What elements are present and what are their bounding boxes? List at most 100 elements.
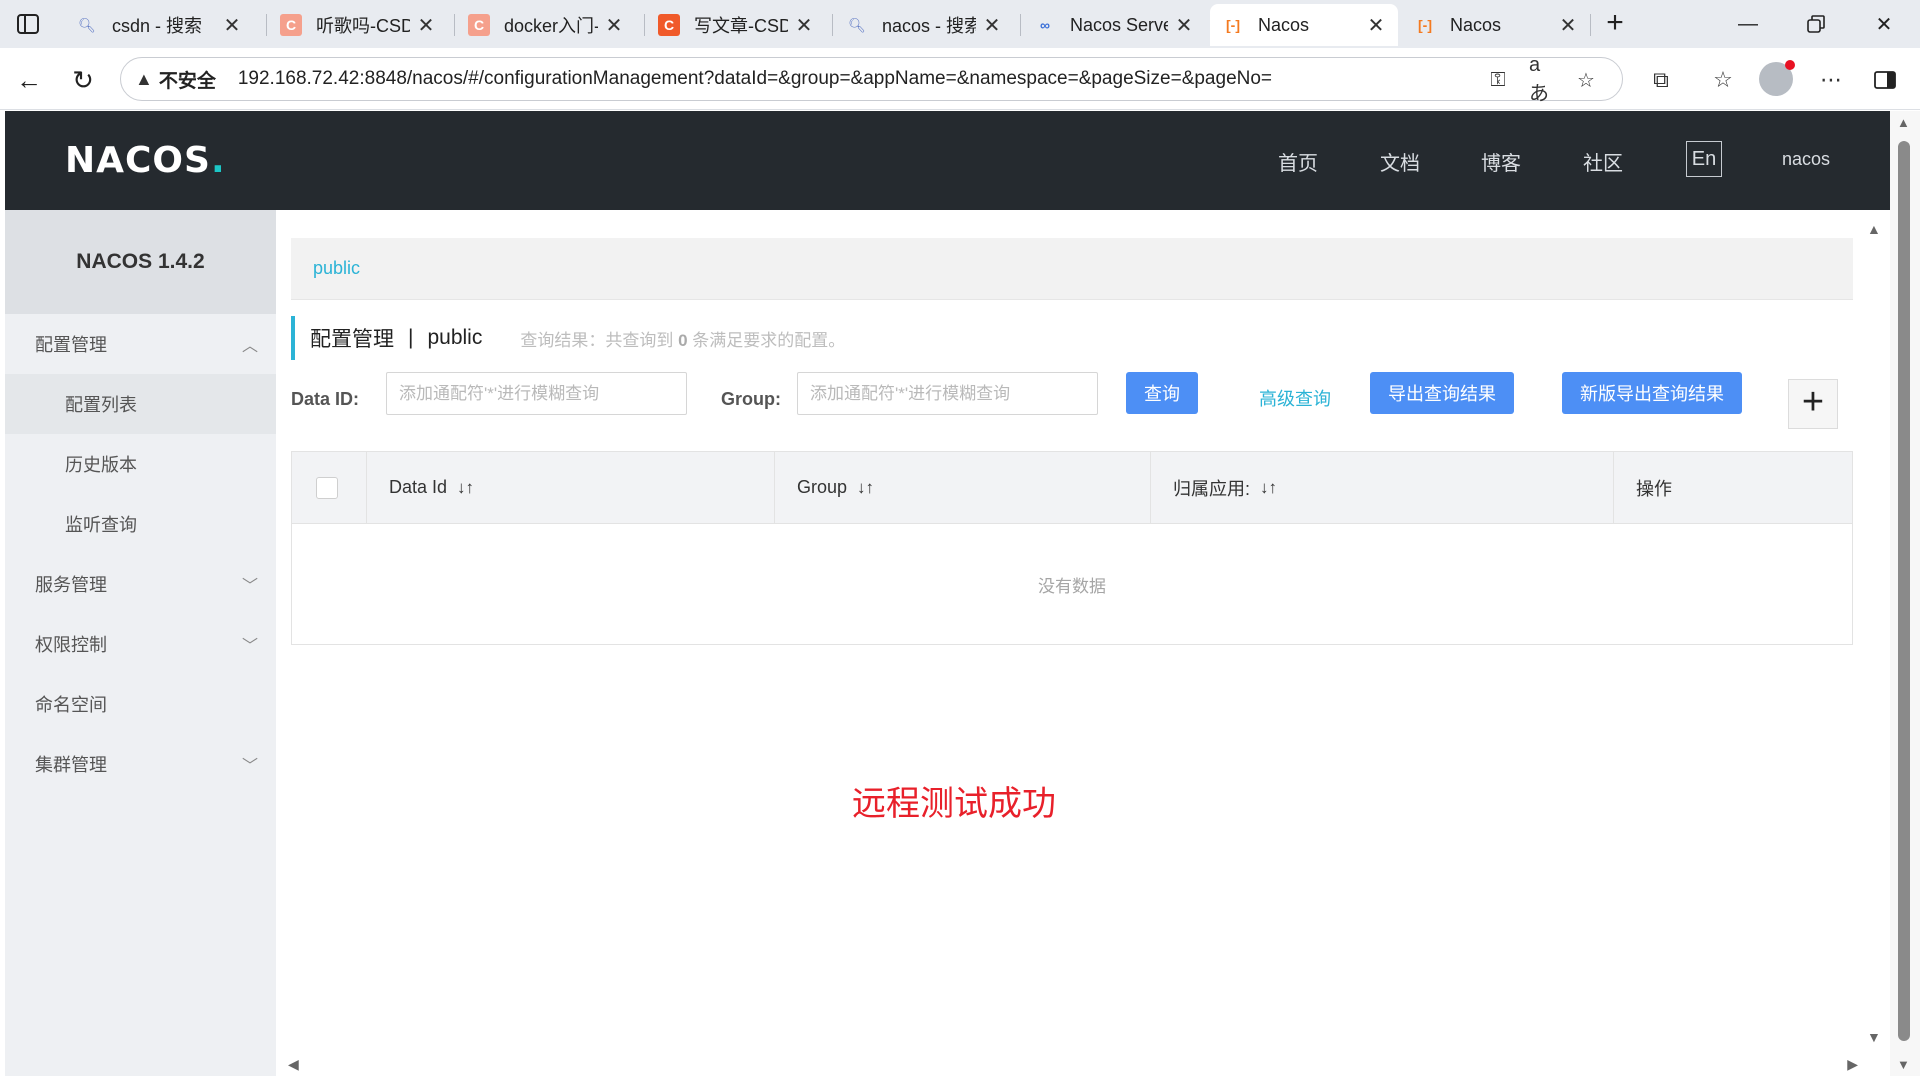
nacos-logo[interactable]: NACOS. — [65, 140, 226, 181]
browser-tab[interactable]: 🔍︎ csdn - 搜索 ✕ — [64, 4, 254, 46]
close-icon[interactable]: ✕ — [416, 13, 436, 38]
browser-tab-active[interactable]: [-] Nacos ✕ — [1210, 4, 1398, 46]
refresh-icon[interactable]: ↻ — [66, 63, 100, 97]
close-icon[interactable]: ✕ — [982, 13, 1002, 38]
export-results-button[interactable]: 导出查询结果 — [1370, 372, 1514, 414]
query-result-summary: 查询结果：共查询到 0 条满足要求的配置。 — [520, 330, 846, 350]
column-actions: 操作 — [1614, 452, 1852, 523]
select-all-cell — [292, 452, 367, 523]
sidebar-item-namespace[interactable]: 命名空间 — [5, 674, 276, 734]
scroll-down-icon[interactable]: ▼ — [1867, 1029, 1881, 1045]
csdn-icon: C — [658, 14, 680, 36]
browser-tab[interactable]: 🔍︎ nacos - 搜索 ✕ — [834, 4, 1014, 46]
browser-tab[interactable]: C 听歌吗-CSDN ✕ — [268, 4, 448, 46]
sidebar-toggle-icon[interactable] — [1868, 63, 1902, 97]
plus-icon: + — [1801, 381, 1825, 423]
chevron-up-icon: ︿ — [241, 338, 258, 355]
browser-tab[interactable]: C docker入门- ✕ — [456, 4, 636, 46]
security-label[interactable]: 不安全 — [159, 66, 216, 93]
tab-label: 听歌吗-CSDN — [316, 16, 410, 36]
sidebar-item-config-management[interactable]: 配置管理 ︿ — [5, 314, 276, 374]
close-icon[interactable]: ✕ — [1174, 13, 1194, 38]
query-button[interactable]: 查询 — [1126, 372, 1198, 414]
tab-label: Nacos — [1450, 14, 1502, 35]
column-data-id[interactable]: Data Id ↓↑ — [367, 452, 775, 523]
sidebar-item-cluster-management[interactable]: 集群管理 ﹀ — [5, 734, 276, 794]
scrollbar-thumb[interactable] — [1898, 141, 1910, 1041]
config-table: Data Id ↓↑ Group ↓↑ 归属应用: ↓↑ 操作 没有数据 — [291, 451, 1853, 645]
sidebar-item-history[interactable]: 历史版本 — [5, 434, 276, 494]
sort-icon[interactable]: ↓↑ — [457, 478, 474, 498]
sidebar-item-service-management[interactable]: 服务管理 ﹀ — [5, 554, 276, 614]
sidebar-item-config-list[interactable]: 配置列表 — [5, 374, 276, 434]
column-label: Group — [797, 477, 848, 497]
nav-home[interactable]: 首页 — [1278, 147, 1318, 176]
vertical-scrollbar[interactable]: ▲ ▼ — [1890, 111, 1920, 1076]
extensions-icon[interactable]: ⧉ — [1644, 63, 1678, 97]
sort-icon[interactable]: ↓↑ — [857, 478, 874, 498]
nacos-icon: [-] — [1418, 17, 1432, 33]
scroll-left-icon[interactable]: ◀ — [288, 1056, 299, 1073]
restore-icon[interactable] — [1786, 6, 1846, 42]
nav-docs[interactable]: 文档 — [1380, 147, 1420, 176]
browser-tab-bar: 🔍︎ csdn - 搜索 ✕ C 听歌吗-CSDN ✕ C docker入门- … — [0, 0, 1920, 48]
favorite-star-icon[interactable]: ☆ — [1573, 68, 1599, 92]
data-id-input[interactable] — [386, 372, 687, 415]
new-tab-button[interactable]: + — [1598, 8, 1632, 40]
back-icon[interactable]: ← — [12, 63, 46, 97]
new-export-results-button[interactable]: 新版导出查询结果 — [1562, 372, 1742, 414]
group-input[interactable] — [797, 372, 1098, 415]
top-navigation: NACOS. 首页 文档 博客 社区 En nacos — [5, 111, 1890, 210]
horizontal-scrollbar[interactable]: ◀ ▶ — [288, 1056, 1858, 1072]
translate-icon[interactable]: aあ — [1529, 54, 1555, 105]
nav-blog[interactable]: 博客 — [1481, 147, 1521, 176]
browser-tab[interactable]: ∞ Nacos Server ✕ — [1022, 4, 1206, 46]
browser-tab[interactable]: C 写文章-CSDN ✕ — [646, 4, 826, 46]
column-label: 操作 — [1636, 478, 1672, 499]
column-app[interactable]: 归属应用: ↓↑ — [1151, 452, 1614, 523]
key-icon[interactable]: ⚿ — [1485, 68, 1511, 92]
namespace-bar: public — [291, 238, 1853, 300]
close-icon[interactable]: ✕ — [794, 13, 814, 38]
address-bar[interactable]: ▲ 不安全 192.168.72.42:8848/nacos/#/configu… — [120, 54, 1623, 105]
link-icon: ∞ — [1040, 17, 1050, 33]
user-name[interactable]: nacos — [1782, 149, 1830, 170]
scroll-up-icon[interactable]: ▲ — [1867, 221, 1881, 237]
sort-icon[interactable]: ↓↑ — [1260, 478, 1277, 498]
close-icon[interactable]: ✕ — [222, 13, 242, 38]
profile-avatar[interactable] — [1759, 60, 1795, 96]
close-icon[interactable]: ✕ — [604, 13, 624, 38]
tab-divider — [454, 14, 455, 36]
nav-community[interactable]: 社区 — [1583, 147, 1623, 176]
sidebar-item-listener-query[interactable]: 监听查询 — [5, 494, 276, 554]
browser-tab[interactable]: [-] Nacos ✕ — [1402, 4, 1590, 46]
advanced-query-link[interactable]: 高级查询 — [1259, 385, 1331, 411]
sidebar-item-access-control[interactable]: 权限控制 ﹀ — [5, 614, 276, 674]
add-config-button[interactable]: + — [1788, 379, 1838, 429]
namespace-tab-public[interactable]: public — [313, 258, 360, 279]
favorites-icon[interactable]: ☆ — [1706, 63, 1740, 97]
close-icon[interactable]: ✕ — [1366, 13, 1386, 38]
language-toggle[interactable]: En — [1686, 141, 1722, 177]
chevron-down-icon: ﹀ — [241, 638, 258, 655]
page-title-text: 配置管理 — [310, 328, 394, 351]
column-group[interactable]: Group ↓↑ — [775, 452, 1151, 523]
sidebar-item-label: 服务管理 — [35, 575, 107, 595]
close-window-icon[interactable]: ✕ — [1854, 6, 1914, 42]
scroll-up-icon[interactable]: ▲ — [1897, 115, 1910, 130]
close-icon[interactable]: ✕ — [1558, 13, 1578, 38]
search-icon: 🔍︎ — [848, 16, 866, 33]
warning-icon[interactable]: ▲ — [135, 69, 153, 90]
tab-divider — [644, 14, 645, 36]
more-icon[interactable]: ⋯ — [1814, 63, 1848, 97]
select-all-checkbox[interactable] — [316, 476, 338, 499]
scroll-down-icon[interactable]: ▼ — [1897, 1057, 1910, 1072]
minimize-icon[interactable]: — — [1718, 6, 1778, 42]
table-header: Data Id ↓↑ Group ↓↑ 归属应用: ↓↑ 操作 — [292, 452, 1852, 524]
url-text[interactable]: 192.168.72.42:8848/nacos/#/configuration… — [238, 68, 1272, 90]
tab-actions-icon[interactable] — [14, 10, 42, 38]
tab-label: 写文章-CSDN — [694, 16, 788, 36]
tab-label: docker入门- — [504, 16, 598, 36]
page-title: 配置管理 | public 查询结果：共查询到 0 条满足要求的配置。 — [291, 316, 845, 360]
scroll-right-icon[interactable]: ▶ — [1847, 1056, 1858, 1073]
